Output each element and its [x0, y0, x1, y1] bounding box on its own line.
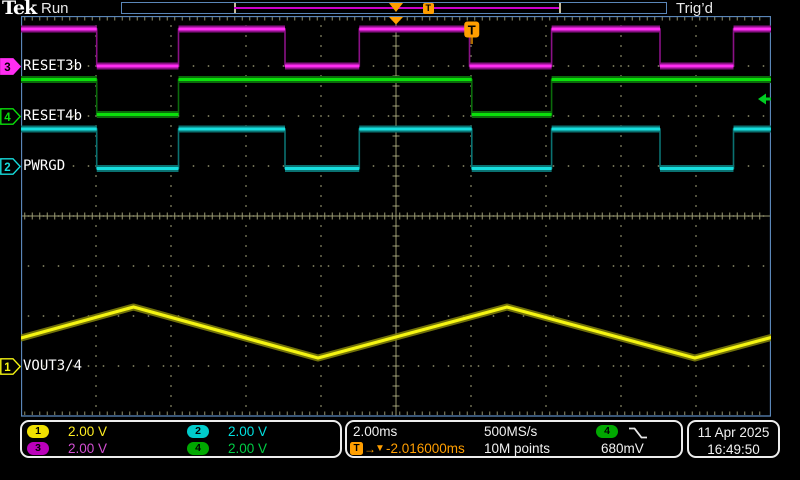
- channel-readout-3[interactable]: 3 2.00 V: [27, 442, 107, 456]
- channel-marker-4[interactable]: 4: [0, 107, 21, 125]
- trigger-delay-readout: -2.016000ms: [386, 441, 465, 456]
- channel-readout-4[interactable]: 4 2.00 V: [187, 442, 267, 456]
- trigger-slope-falling-icon: [629, 427, 647, 439]
- channel-label-vout3-4: VOUT3/4: [23, 358, 83, 374]
- sample-rate-readout: 500MS/s: [484, 424, 538, 439]
- channel-marker-2[interactable]: 2: [0, 157, 21, 175]
- channel-readout-2[interactable]: 2 2.00 V: [187, 425, 267, 439]
- channel-badge-3[interactable]: 3: [27, 442, 49, 455]
- oscilloscope-screen: Tek Run Trig’d T T 1 2.00 V 2 2.00 V 3 2.00 V…: [0, 0, 800, 480]
- svg-text:4: 4: [4, 112, 11, 124]
- acq-trigger-t-icon[interactable]: T: [422, 3, 434, 14]
- expansion-point-marker-icon: [389, 17, 403, 25]
- trigger-status: Trig’d: [676, 0, 713, 17]
- svg-text:2: 2: [4, 162, 10, 174]
- channel-label-reset3b: RESET3b: [23, 58, 83, 74]
- acquisition-status: Run: [41, 0, 69, 17]
- svg-text:1: 1: [4, 362, 11, 374]
- trigger-source-badge: 4: [596, 425, 618, 438]
- channel-scale-3: 2.00 V: [68, 441, 108, 456]
- channel-marker-3[interactable]: 3: [0, 57, 21, 75]
- channel-badge-2[interactable]: 2: [187, 425, 209, 438]
- horizontal-trigger-box[interactable]: 2.00ms 500MS/s 4 T → ▼ -2.016000ms 10M p…: [345, 420, 683, 458]
- acq-expansion-marker-icon[interactable]: [388, 3, 403, 12]
- trigger-level-arrow-icon[interactable]: [758, 93, 771, 105]
- channel-label-reset4b: RESET4b: [23, 108, 83, 124]
- record-length-readout: 10M points: [484, 441, 551, 456]
- date-readout: 11 Apr 2025: [697, 425, 770, 440]
- channel-scale-4: 2.00 V: [228, 441, 268, 456]
- channel-badge-4[interactable]: 4: [187, 442, 209, 455]
- channel-marker-1[interactable]: 1: [0, 357, 21, 375]
- channel-label-pwrgd: PWRGD: [23, 158, 66, 174]
- expansion-triangle-icon: ▼: [375, 443, 385, 454]
- channel-scale-1: 2.00 V: [68, 424, 108, 439]
- channel-readout-1[interactable]: 1 2.00 V: [27, 425, 107, 439]
- timebase-readout: 2.00ms: [353, 424, 398, 439]
- channel-scale-2: 2.00 V: [228, 424, 268, 439]
- channel-badge-1[interactable]: 1: [27, 425, 49, 438]
- acquisition-preview-bar[interactable]: T: [121, 2, 667, 14]
- datetime-box[interactable]: 11 Apr 2025 16:49:50: [687, 420, 780, 458]
- time-readout: 16:49:50: [707, 442, 760, 457]
- svg-text:3: 3: [4, 62, 10, 74]
- acq-window-end-bracket: [559, 3, 562, 13]
- waveform-display: T: [21, 16, 771, 417]
- svg-text:T: T: [468, 23, 476, 38]
- trigger-level-readout: 680mV: [601, 441, 644, 456]
- channel-scale-box[interactable]: 1 2.00 V 2 2.00 V 3 2.00 V 4 2.00 V: [20, 420, 342, 458]
- trigger-t-icon: T: [350, 442, 363, 455]
